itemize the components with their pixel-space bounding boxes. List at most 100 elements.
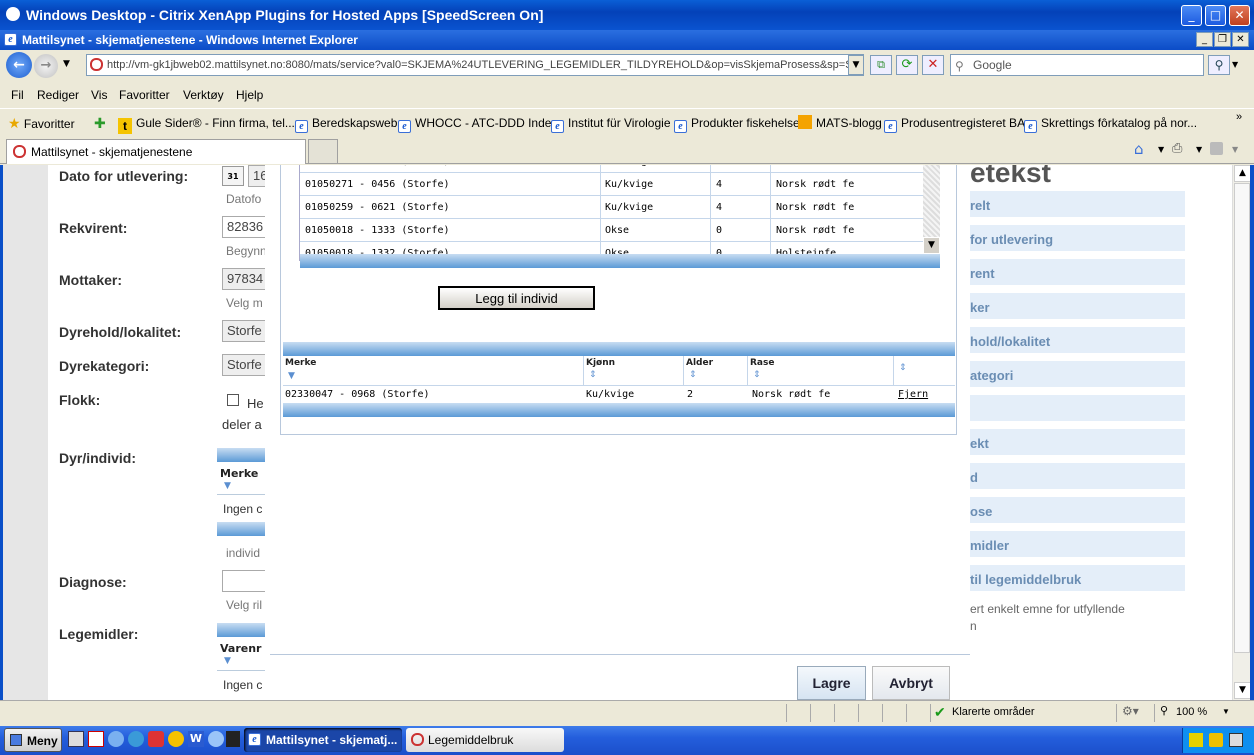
favorite-institut-virologie[interactable]: e Institut für Virologie <box>551 109 671 137</box>
help-item-dyrehold[interactable]: hold/lokalitet <box>970 327 1185 357</box>
favorite-gule-sider[interactable]: t Gule Sider® - Finn firma, tel... <box>118 109 295 137</box>
help-item-legemidler[interactable]: midler <box>970 531 1185 561</box>
address-bar[interactable]: http://vm-gk1jbweb02.mattilsynet.no:8080… <box>86 54 864 76</box>
calendar-icon[interactable]: 31 <box>222 166 244 186</box>
security-zone-label[interactable]: Klarerte områder <box>952 706 1035 718</box>
tray-icon-network[interactable] <box>1189 733 1203 747</box>
help-item-dyr[interactable]: ekt <box>970 429 1185 459</box>
scroll-up-button[interactable]: ▲ <box>1234 165 1251 182</box>
stop-button[interactable]: ✕ <box>922 55 944 75</box>
header-rase[interactable]: Rase <box>750 358 774 368</box>
adobe-icon[interactable] <box>88 731 104 747</box>
add-individual-button[interactable]: Legg til individ <box>438 286 595 310</box>
search-options-dropdown[interactable]: ▼ <box>1232 55 1244 75</box>
sort-down-icon[interactable]: ▼ <box>224 481 231 491</box>
flokk-checkbox[interactable] <box>227 394 239 406</box>
menu-item-favoritter[interactable]: Favoritter <box>119 84 170 106</box>
citrix-maximize-button[interactable]: □ <box>1205 5 1226 26</box>
sort-down-icon[interactable]: ▼ <box>288 371 295 381</box>
search-input[interactable]: ⚲ Google <box>950 54 1204 76</box>
sort-toggle-icon[interactable]: ⇕ <box>589 370 597 380</box>
help-item-individ[interactable]: d <box>970 463 1185 493</box>
dyrehold-select[interactable]: Storfe <box>222 320 268 342</box>
sort-down-icon[interactable]: ▼ <box>224 656 231 666</box>
search-button[interactable]: ⚲ <box>1208 55 1230 75</box>
scroll-down-button[interactable]: ▼ <box>923 237 940 254</box>
remove-link[interactable]: Fjern <box>898 387 928 403</box>
ie-quicklaunch-icon[interactable] <box>108 731 124 747</box>
help-item-flokk[interactable] <box>970 395 1185 425</box>
menu-item-verktoy[interactable]: Verktøy <box>183 84 224 106</box>
print-icon[interactable]: ⎙ <box>1172 141 1182 156</box>
tray-icon-monitor[interactable] <box>1229 733 1243 747</box>
tray-icon-lock[interactable] <box>1209 733 1223 747</box>
help-item-mottaker[interactable]: ker <box>970 293 1185 323</box>
ie-close-button[interactable]: ✕ <box>1232 32 1249 47</box>
taskbar-item-mattilsynet[interactable]: e Mattilsynet - skjematj... <box>244 728 402 752</box>
zoom-level[interactable]: 100 % <box>1176 706 1207 718</box>
scroll-thumb[interactable] <box>1234 183 1250 653</box>
add-favorite-icon[interactable]: ✚ <box>94 109 106 137</box>
sort-toggle-icon[interactable]: ⇕ <box>753 370 761 380</box>
ie-restore-button[interactable]: ❐ <box>1214 32 1231 47</box>
table-row[interactable]: 01050018 - 1333 (Storfe) Okse 0 Norsk rø… <box>300 219 923 242</box>
favorite-produkter-fiskehelse[interactable]: e Produkter fiskehelse <box>674 109 800 137</box>
menu-item-hjelp[interactable]: Hjelp <box>236 84 263 106</box>
page-scrollbar[interactable]: ▲ ▼ <box>1232 165 1251 700</box>
table-row[interactable]: 01050259 - 0621 (Storfe) Ku/kvige 4 Nors… <box>300 196 923 219</box>
table-row[interactable]: 01050271 - 0456 (Storfe) Ku/kvige 4 Nors… <box>300 173 923 196</box>
help-item-rekvirent[interactable]: rent <box>970 259 1185 289</box>
favorite-whocc[interactable]: e WHOCC - ATC-DDD Index <box>398 109 557 137</box>
refresh-button[interactable]: ⟳ <box>896 55 918 75</box>
citrix-minimize-button[interactable]: _ <box>1181 5 1202 26</box>
scroll-down-button[interactable]: ▼ <box>1234 682 1251 699</box>
new-tab-button[interactable] <box>308 139 338 164</box>
browser-icon[interactable] <box>128 731 144 747</box>
favorites-button[interactable]: ★ Favoritter <box>8 109 75 138</box>
back-button[interactable]: ← <box>6 52 32 78</box>
help-item-legemiddelbruk[interactable]: til legemiddelbruk <box>970 565 1185 595</box>
cancel-button[interactable]: Avbryt <box>872 666 950 700</box>
header-alder[interactable]: Alder <box>686 358 713 368</box>
address-dropdown-button[interactable]: ▼ <box>848 55 864 75</box>
zoom-dropdown-icon[interactable]: ▼ <box>1222 707 1230 716</box>
help-item-dato[interactable]: for utlevering <box>970 225 1185 255</box>
header-kjonn[interactable]: Kjønn <box>586 358 615 368</box>
lock-icon[interactable] <box>148 731 164 747</box>
word-icon[interactable]: W <box>188 731 204 747</box>
menu-item-vis[interactable]: Vis <box>91 84 107 106</box>
mottaker-field[interactable]: 97834 <box>222 268 268 290</box>
home-dropdown-icon[interactable]: ▼ <box>1158 145 1164 154</box>
rss-dropdown-icon[interactable]: ▼ <box>1232 145 1238 154</box>
favorite-produsentregisteret[interactable]: e Produsentregisteret BA <box>884 109 1025 137</box>
history-dropdown-icon[interactable]: ▼ <box>63 59 70 69</box>
ie-icon[interactable] <box>208 731 224 747</box>
sort-toggle-icon[interactable]: ⇕ <box>899 363 907 373</box>
home-icon[interactable]: ⌂ <box>1134 140 1144 158</box>
ie-minimize-button[interactable]: _ <box>1196 32 1213 47</box>
rekvirent-field[interactable]: 82836 <box>222 216 268 238</box>
dyrekategori-select[interactable]: Storfe <box>222 354 268 376</box>
compatibility-view-icon[interactable]: ⧉ <box>870 55 892 75</box>
protected-mode-icon[interactable]: ⚙▾ <box>1122 704 1139 718</box>
citrix-close-button[interactable]: ✕ <box>1229 5 1250 26</box>
desktop-icon[interactable] <box>68 731 84 747</box>
print-dropdown-icon[interactable]: ▼ <box>1196 145 1202 154</box>
menu-item-fil[interactable]: Fil <box>11 84 24 106</box>
zoom-icon[interactable]: ⚲ <box>1160 704 1168 717</box>
favorite-skrettings[interactable]: e Skrettings fôrkatalog på nor... <box>1024 109 1197 137</box>
favorite-mats-blogg[interactable]: MATS-blogg <box>798 109 882 137</box>
menu-item-rediger[interactable]: Rediger <box>37 84 79 106</box>
sort-toggle-icon[interactable]: ⇕ <box>689 370 697 380</box>
favorites-overflow-chevron-icon[interactable]: » <box>1236 103 1242 131</box>
help-item-dyrekategori[interactable]: ategori <box>970 361 1185 391</box>
clock-icon[interactable] <box>168 731 184 747</box>
table-row[interactable]: 01050018 - 1332 (Storfe) Okse 0 Holstein… <box>300 242 923 254</box>
tab-mattilsynet[interactable]: Mattilsynet - skjematjenestene <box>6 139 306 164</box>
save-button[interactable]: Lagre <box>797 666 866 700</box>
rss-feed-icon[interactable] <box>1210 142 1223 155</box>
forward-button[interactable]: → <box>34 54 58 78</box>
help-item-generelt[interactable]: relt <box>970 191 1185 221</box>
table-row[interactable]: 01050384 - 0756 (Storfe) Ku/kvige 3 Nors… <box>300 165 923 173</box>
favorite-beredskapsweb[interactable]: e Beredskapsweb <box>295 109 397 137</box>
